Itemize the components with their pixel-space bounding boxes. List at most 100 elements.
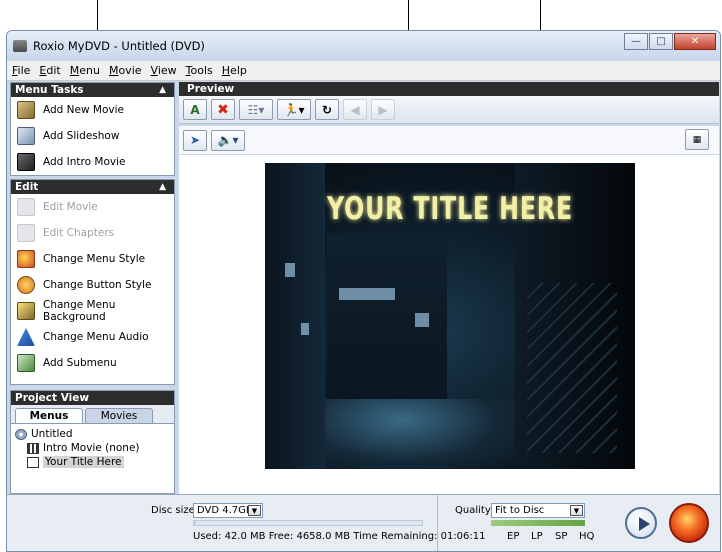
tab-movies[interactable]: Movies: [85, 408, 153, 423]
audio-button[interactable]: 🔈▾: [211, 129, 245, 151]
add-intro-movie-button[interactable]: Add Intro Movie: [11, 149, 174, 175]
delete-icon: ✖: [217, 101, 229, 118]
change-button-style-button[interactable]: Change Button Style: [11, 272, 174, 298]
tree-item-title-menu[interactable]: Your Title Here: [15, 455, 170, 469]
window-title: Roxio MyDVD - Untitled (DVD): [33, 39, 205, 53]
title-bar[interactable]: Roxio MyDVD - Untitled (DVD) — □ ✕: [7, 31, 720, 61]
film-icon: [27, 442, 39, 454]
background-window: [339, 288, 395, 300]
collapse-icon[interactable]: ▲: [159, 83, 166, 97]
chevron-down-icon: ▼: [570, 505, 583, 516]
tree-root[interactable]: Untitled: [15, 427, 170, 441]
quality-level-lp[interactable]: LP: [531, 531, 543, 542]
menu-help[interactable]: Help: [222, 64, 247, 77]
preview-toolbar-secondary: ➤ 🔈▾ ▦: [179, 126, 719, 154]
delete-button[interactable]: ✖: [211, 99, 235, 120]
change-menu-audio-button[interactable]: Change Menu Audio: [11, 324, 174, 350]
play-icon: [639, 517, 650, 531]
rotate-button[interactable]: ↻: [315, 99, 339, 120]
change-menu-style-button[interactable]: Change Menu Style: [11, 246, 174, 272]
slideshow-icon: [17, 127, 35, 145]
disc-usage-bar: [193, 520, 423, 526]
left-sidebar: Menu Tasks ▲ Add New Movie Add Slideshow…: [10, 82, 175, 494]
align-button[interactable]: ☷▾: [239, 99, 273, 120]
collapse-icon[interactable]: ▲: [159, 180, 166, 194]
add-icon: ➤: [189, 133, 201, 147]
motion-icon: 🏃▾: [283, 102, 305, 117]
disc-size-select[interactable]: DVD 4.7GB ▼: [193, 503, 263, 518]
background-icon: [17, 302, 35, 320]
add-button-button[interactable]: ➤: [183, 129, 207, 151]
maximize-icon[interactable]: □: [649, 33, 673, 50]
intro-movie-icon: [17, 153, 35, 171]
project-tree: Untitled Intro Movie (none) Your Title H…: [11, 424, 174, 472]
edit-chapters-icon: [17, 224, 35, 242]
background-building: [265, 163, 325, 469]
preview-toolbar: A ✖ ☷▾ 🏃▾ ↻ ◀ ▶: [179, 96, 719, 124]
preview-area: YOUR TITLE HERE: [179, 155, 719, 495]
background-fire-escape: [527, 283, 617, 453]
quality-bar: [491, 520, 585, 526]
disc-usage-fill: [194, 521, 197, 525]
menu-edit[interactable]: Edit: [39, 64, 60, 77]
add-slideshow-button[interactable]: Add Slideshow: [11, 123, 174, 149]
window-controls: — □ ✕: [623, 33, 716, 50]
quality-label: Quality:: [455, 505, 494, 516]
play-button[interactable]: [625, 507, 657, 539]
menu-icon: [27, 456, 39, 468]
menu-file[interactable]: File: [12, 64, 30, 77]
menu-menu[interactable]: Menu: [70, 64, 100, 77]
edit-movie-button[interactable]: Edit Movie: [11, 194, 174, 220]
background-window: [301, 323, 309, 335]
menu-movie[interactable]: Movie: [109, 64, 142, 77]
rotate-icon: ↻: [321, 102, 333, 117]
menu-preview[interactable]: YOUR TITLE HERE: [265, 163, 635, 469]
audio-icon: [17, 328, 35, 346]
edit-movie-icon: [17, 198, 35, 216]
project-view-panel: Project View Menus Movies Untitled Intro…: [10, 390, 175, 494]
menu-title-text[interactable]: YOUR TITLE HERE: [327, 191, 573, 227]
quality-level-hq[interactable]: HQ: [579, 531, 594, 542]
edit-header[interactable]: Edit ▲: [11, 180, 174, 194]
project-view-tabs: Menus Movies: [11, 405, 174, 424]
edit-chapters-button[interactable]: Edit Chapters: [11, 220, 174, 246]
movie-icon: [17, 101, 35, 119]
speaker-icon: 🔈▾: [217, 133, 239, 147]
burn-button[interactable]: [669, 503, 709, 543]
background-window: [415, 313, 429, 327]
background-window: [285, 263, 295, 277]
next-page-button[interactable]: ▶: [371, 99, 395, 120]
background-building: [327, 233, 447, 423]
preview-header: Preview: [179, 82, 719, 96]
disc-usage-text: Used: 42.0 MB Free: 4658.0 MB Time Remai…: [193, 531, 486, 542]
menu-tasks-panel: Menu Tasks ▲ Add New Movie Add Slideshow…: [10, 82, 175, 176]
disc-icon: [15, 428, 27, 440]
status-divider: [437, 495, 438, 551]
tree-item-intro-movie[interactable]: Intro Movie (none): [15, 441, 170, 455]
app-icon: [13, 40, 27, 52]
minimize-icon[interactable]: —: [624, 33, 648, 50]
add-submenu-button[interactable]: Add Submenu: [11, 350, 174, 376]
prev-page-button[interactable]: ◀: [343, 99, 367, 120]
quality-select[interactable]: Fit to Disc ▼: [491, 503, 585, 518]
project-view-header: Project View: [11, 391, 174, 405]
change-menu-background-button[interactable]: Change Menu Background: [11, 298, 174, 324]
motion-button[interactable]: 🏃▾: [277, 99, 311, 120]
safe-area-button[interactable]: ▦: [685, 129, 709, 150]
menu-tasks-header[interactable]: Menu Tasks ▲: [11, 83, 174, 97]
quality-level-sp[interactable]: SP: [555, 531, 567, 542]
button-style-icon: [17, 276, 35, 294]
align-icon: ☷▾: [247, 102, 265, 117]
close-icon[interactable]: ✕: [674, 33, 716, 50]
quality-level-ep[interactable]: EP: [507, 531, 519, 542]
status-bar: Disc size: DVD 4.7GB ▼ Used: 42.0 MB Fre…: [7, 494, 720, 551]
disc-size-label: Disc size:: [151, 505, 199, 516]
menu-style-icon: [17, 250, 35, 268]
menu-view[interactable]: View: [151, 64, 177, 77]
add-text-button[interactable]: A: [183, 99, 207, 120]
add-new-movie-button[interactable]: Add New Movie: [11, 97, 174, 123]
menu-tools[interactable]: Tools: [186, 64, 213, 77]
tab-menus[interactable]: Menus: [15, 408, 83, 423]
chevron-down-icon: ▼: [248, 505, 261, 516]
prev-page-icon: ◀: [350, 102, 360, 117]
